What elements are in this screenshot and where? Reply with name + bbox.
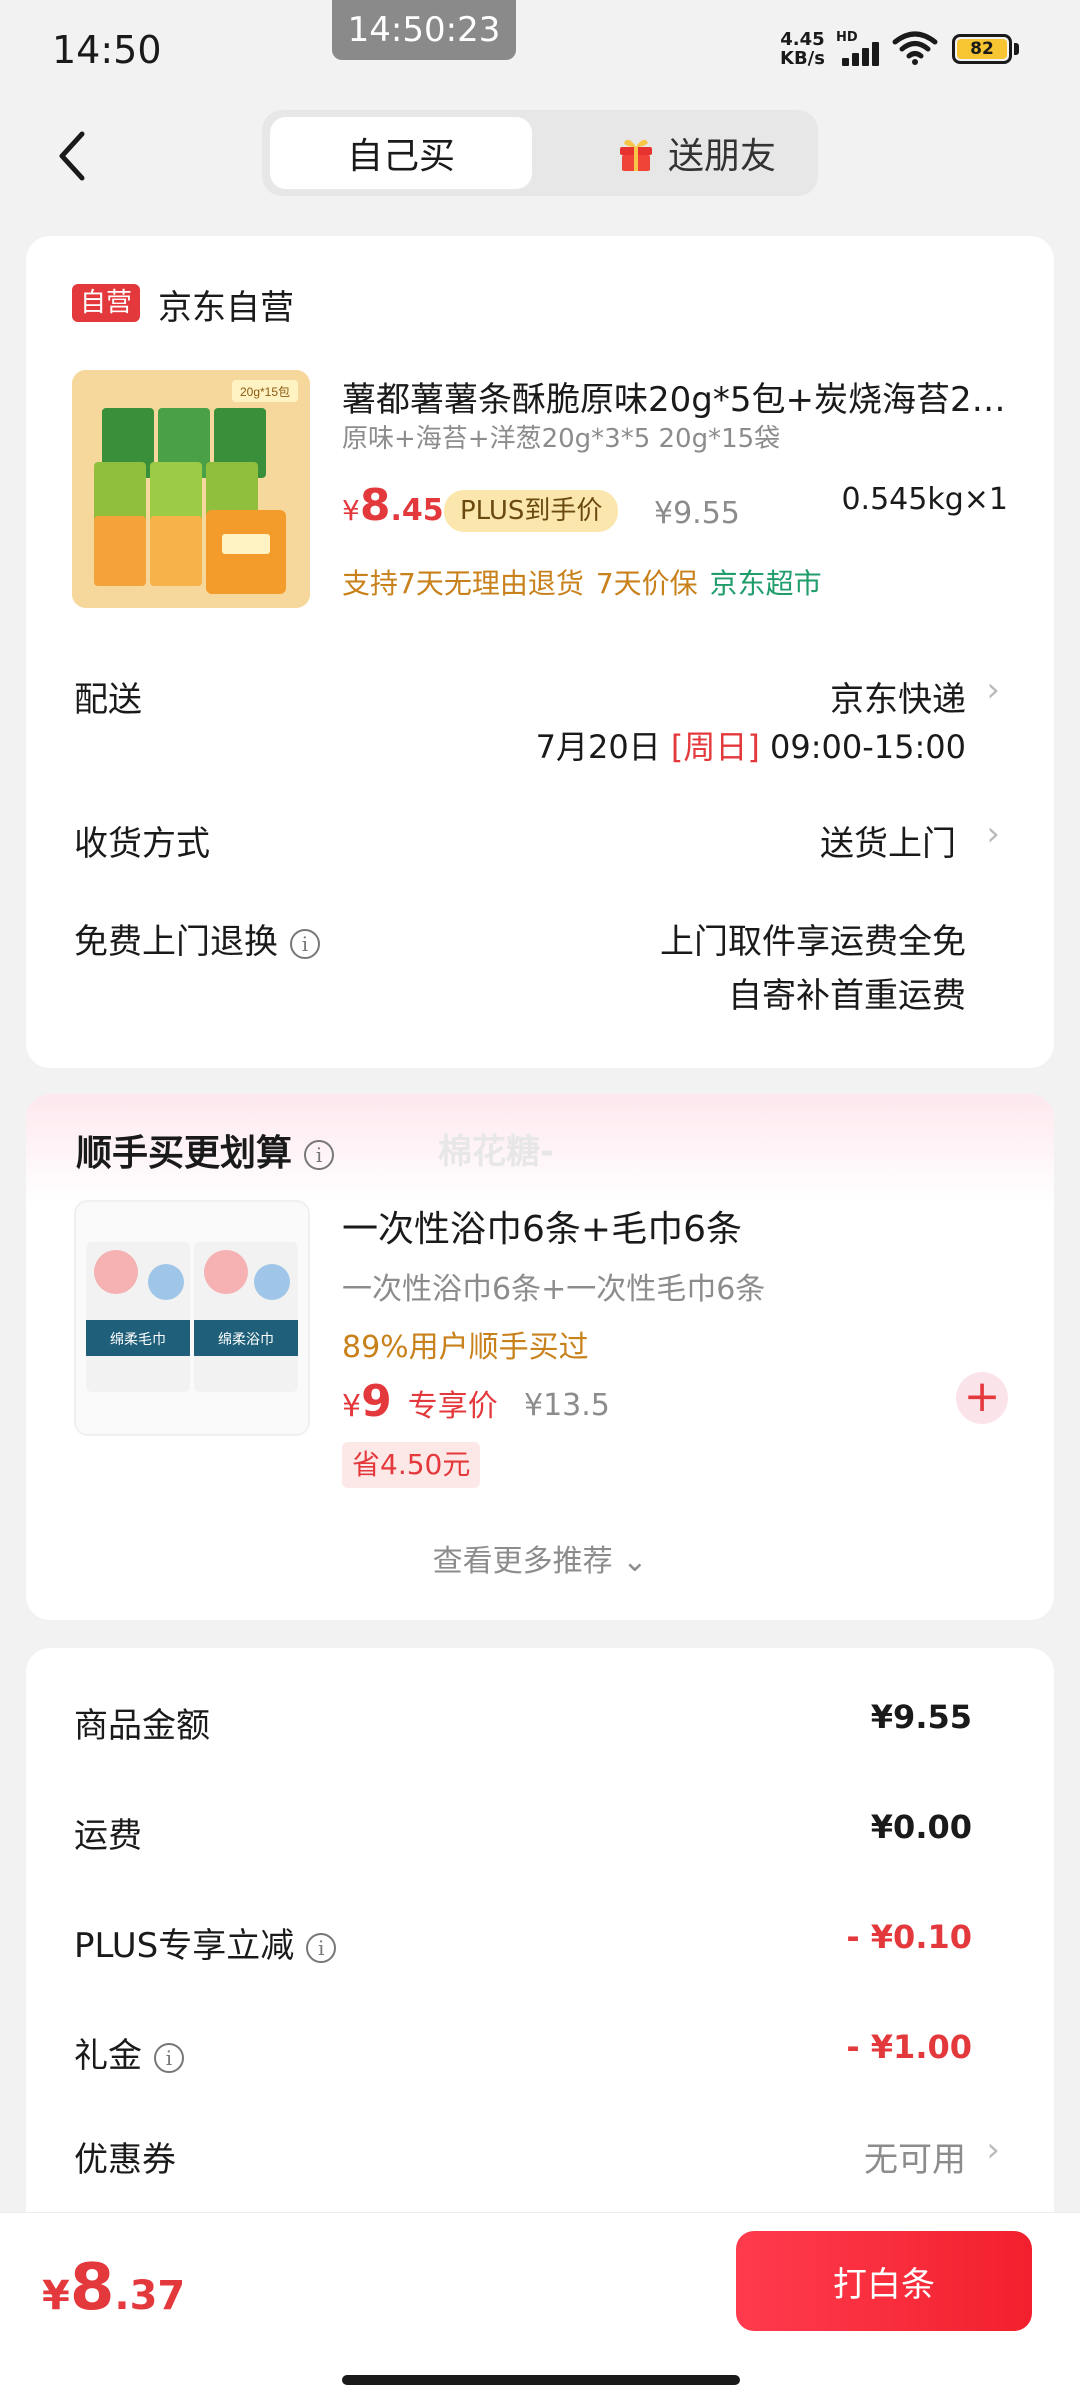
product-package-illustration: 20g*15包 — [72, 370, 310, 608]
summary-coupon-value[interactable]: 无可用 — [864, 2132, 966, 2181]
receive-method-value[interactable]: 送货上门 — [820, 816, 956, 865]
delivery-date: 7月20日 — [535, 728, 661, 766]
product-spec: 原味+海苔+洋葱20g*3*5 20g*15袋 — [342, 424, 781, 454]
plus-price-tag: PLUS到手价 — [444, 490, 619, 532]
free-return-line2: 自寄补首重运费 — [728, 976, 966, 1016]
service-supermarket-tag: 京东超市 — [709, 567, 822, 600]
recommend-price: ¥9 专享价 — [342, 1376, 498, 1427]
recommend-original-price: ¥13.5 — [524, 1388, 610, 1423]
product-weight-quantity: 0.545kg×1 — [841, 482, 1008, 517]
recommend-price-label: 专享价 — [407, 1389, 498, 1424]
delivery-time[interactable]: 7月20日 [周日] 09:00-15:00 — [536, 722, 966, 768]
recommend-product-title[interactable]: 一次性浴巾6条+毛巾6条 — [342, 1200, 742, 1252]
summary-goods-amount-label: 商品金额 — [74, 1706, 210, 1746]
product-original-price: ¥9.55 — [654, 496, 740, 531]
shop-name[interactable]: 京东自营 — [158, 280, 294, 329]
service-return-tag: 支持7天无理由退货 — [342, 567, 584, 600]
back-arrow-icon[interactable] — [48, 124, 104, 188]
tab-buy-for-self[interactable]: 自己买 — [270, 117, 532, 189]
plus-discount-info-icon[interactable]: i — [306, 1932, 337, 1963]
summary-shipping-label: 运费 — [74, 1816, 142, 1856]
wifi-icon — [892, 31, 938, 65]
free-return-label: 免费上门退换 — [74, 922, 278, 962]
status-time: 14:50 — [52, 28, 162, 72]
recommend-product-spec: 一次性浴巾6条+一次性毛巾6条 — [342, 1272, 766, 1307]
free-return-line1: 上门取件享运费全免 — [660, 922, 966, 962]
service-price-protect-tag: 7天价保 — [595, 567, 698, 600]
battery-level: 82 — [957, 39, 1007, 59]
recommend-product-image[interactable]: 绵柔毛巾 绵柔浴巾 — [74, 1200, 310, 1436]
delivery-carrier[interactable]: 京东快递 — [830, 672, 966, 721]
battery-icon: 82 — [952, 34, 1012, 64]
delivery-time-range: 09:00-15:00 — [770, 728, 966, 766]
order-total: ¥8.37 — [42, 2251, 185, 2325]
network-speed-value: 4.45 — [780, 29, 825, 50]
delivery-label: 配送 — [74, 680, 142, 720]
summary-gift-money-value: - ¥1.00 — [846, 2028, 972, 2066]
recommend-save-badge: 省4.50元 — [342, 1442, 481, 1488]
package-tag-text: 20g*15包 — [240, 385, 290, 399]
tab-send-to-friend[interactable]: 送朋友 — [578, 117, 814, 189]
summary-plus-discount-value: - ¥0.10 — [846, 1918, 972, 1956]
recommend-price-integer: 9 — [361, 1376, 392, 1427]
recommend-title-row: 顺手买更划算 i — [76, 1124, 335, 1176]
summary-plus-discount-row: PLUS专享立减 i — [74, 1918, 337, 1967]
more-recommendations-link[interactable]: 查看更多推荐 ⌄ — [26, 1536, 1054, 1580]
order-total-currency: ¥ — [42, 2273, 70, 2319]
gift-money-info-icon[interactable]: i — [154, 2042, 184, 2073]
summary-shipping-value: ¥0.00 — [870, 1808, 972, 1846]
summary-goods-amount-value: ¥9.55 — [870, 1698, 972, 1736]
order-total-decimal: .37 — [114, 2273, 186, 2319]
gift-icon — [619, 139, 652, 171]
towel-package-illustration: 绵柔毛巾 绵柔浴巾 — [86, 1242, 298, 1392]
self-operated-badge: 自营 — [72, 284, 140, 322]
towel-right-label: 绵柔浴巾 — [218, 1331, 274, 1347]
status-bar: 14:50 14:50:23 4.45 KB/s HD 82 — [0, 0, 1080, 100]
summary-gift-money-row: 礼金 i — [74, 2028, 184, 2077]
summary-gift-money-label: 礼金 — [74, 2036, 142, 2076]
receive-method-chevron-icon[interactable]: › — [986, 814, 1000, 854]
pay-button-label: 打白条 — [833, 2264, 935, 2305]
recommend-card: 顺手买更划算 i 棉花糖- 绵柔毛巾 绵柔浴巾 一次性浴巾6条+毛巾6条 一次性浴… — [26, 1094, 1054, 1620]
tab-send-to-friend-label: 送朋友 — [667, 136, 776, 177]
watermark: 棉花糖- — [438, 1132, 555, 1172]
service-tags: 支持7天无理由退货 7天价保 京东超市 — [342, 562, 822, 602]
product-title[interactable]: 薯都薯薯条酥脆原味20g*5包+炭烧海苔20g*5包+洋葱20g*5包 — [342, 372, 1022, 421]
home-indicator[interactable] — [342, 2375, 740, 2385]
info-icon[interactable]: i — [290, 928, 320, 959]
product-price: ¥8.45 — [342, 480, 444, 531]
network-speed-unit: KB/s — [780, 48, 825, 69]
order-total-integer: 8 — [69, 2251, 115, 2325]
summary-coupon-label: 优惠券 — [74, 2140, 176, 2180]
receive-method-label: 收货方式 — [74, 824, 210, 864]
tab-buy-for-self-label: 自己买 — [346, 136, 455, 177]
recommend-info-icon[interactable]: i — [304, 1140, 335, 1170]
free-return-row: 免费上门退换 i — [74, 914, 320, 963]
product-image[interactable]: 20g*15包 — [72, 370, 310, 608]
recommend-popularity: 89%用户顺手买过 — [342, 1330, 589, 1365]
product-price-integer: 8 — [359, 480, 391, 531]
product-price-currency: ¥ — [342, 494, 360, 527]
more-recommendations-label: 查看更多推荐 — [432, 1544, 613, 1579]
purchase-mode-switch: 自己买 送朋友 — [262, 110, 818, 196]
towel-left-label: 绵柔毛巾 — [110, 1331, 166, 1347]
network-speed: 4.45 KB/s — [780, 30, 825, 68]
cellular-signal-icon — [838, 42, 882, 66]
checkout-bar: ¥8.37 打白条 — [0, 2212, 1080, 2400]
coupon-chevron-icon[interactable]: › — [986, 2130, 1000, 2170]
add-to-order-button[interactable]: + — [956, 1372, 1008, 1424]
product-price-decimal: .45 — [390, 493, 444, 528]
recommend-title: 顺手买更划算 — [76, 1133, 293, 1174]
delivery-chevron-icon[interactable]: › — [986, 670, 1000, 710]
page-header: 自己买 送朋友 — [0, 100, 1080, 218]
summary-plus-discount-label: PLUS专享立减 — [74, 1926, 295, 1966]
order-item-card: 自营 京东自营 20g*15包 薯都薯薯条酥脆原味20g*5包+炭烧海苔20g*… — [26, 236, 1054, 1068]
chevron-down-icon: ⌄ — [622, 1544, 648, 1579]
delivery-weekday: [周日] — [670, 728, 760, 766]
screen-recording-time: 14:50:23 — [332, 0, 516, 60]
battery-cap — [1014, 43, 1019, 55]
pay-button[interactable]: 打白条 — [736, 2231, 1032, 2331]
recommend-price-currency: ¥ — [342, 1389, 362, 1424]
